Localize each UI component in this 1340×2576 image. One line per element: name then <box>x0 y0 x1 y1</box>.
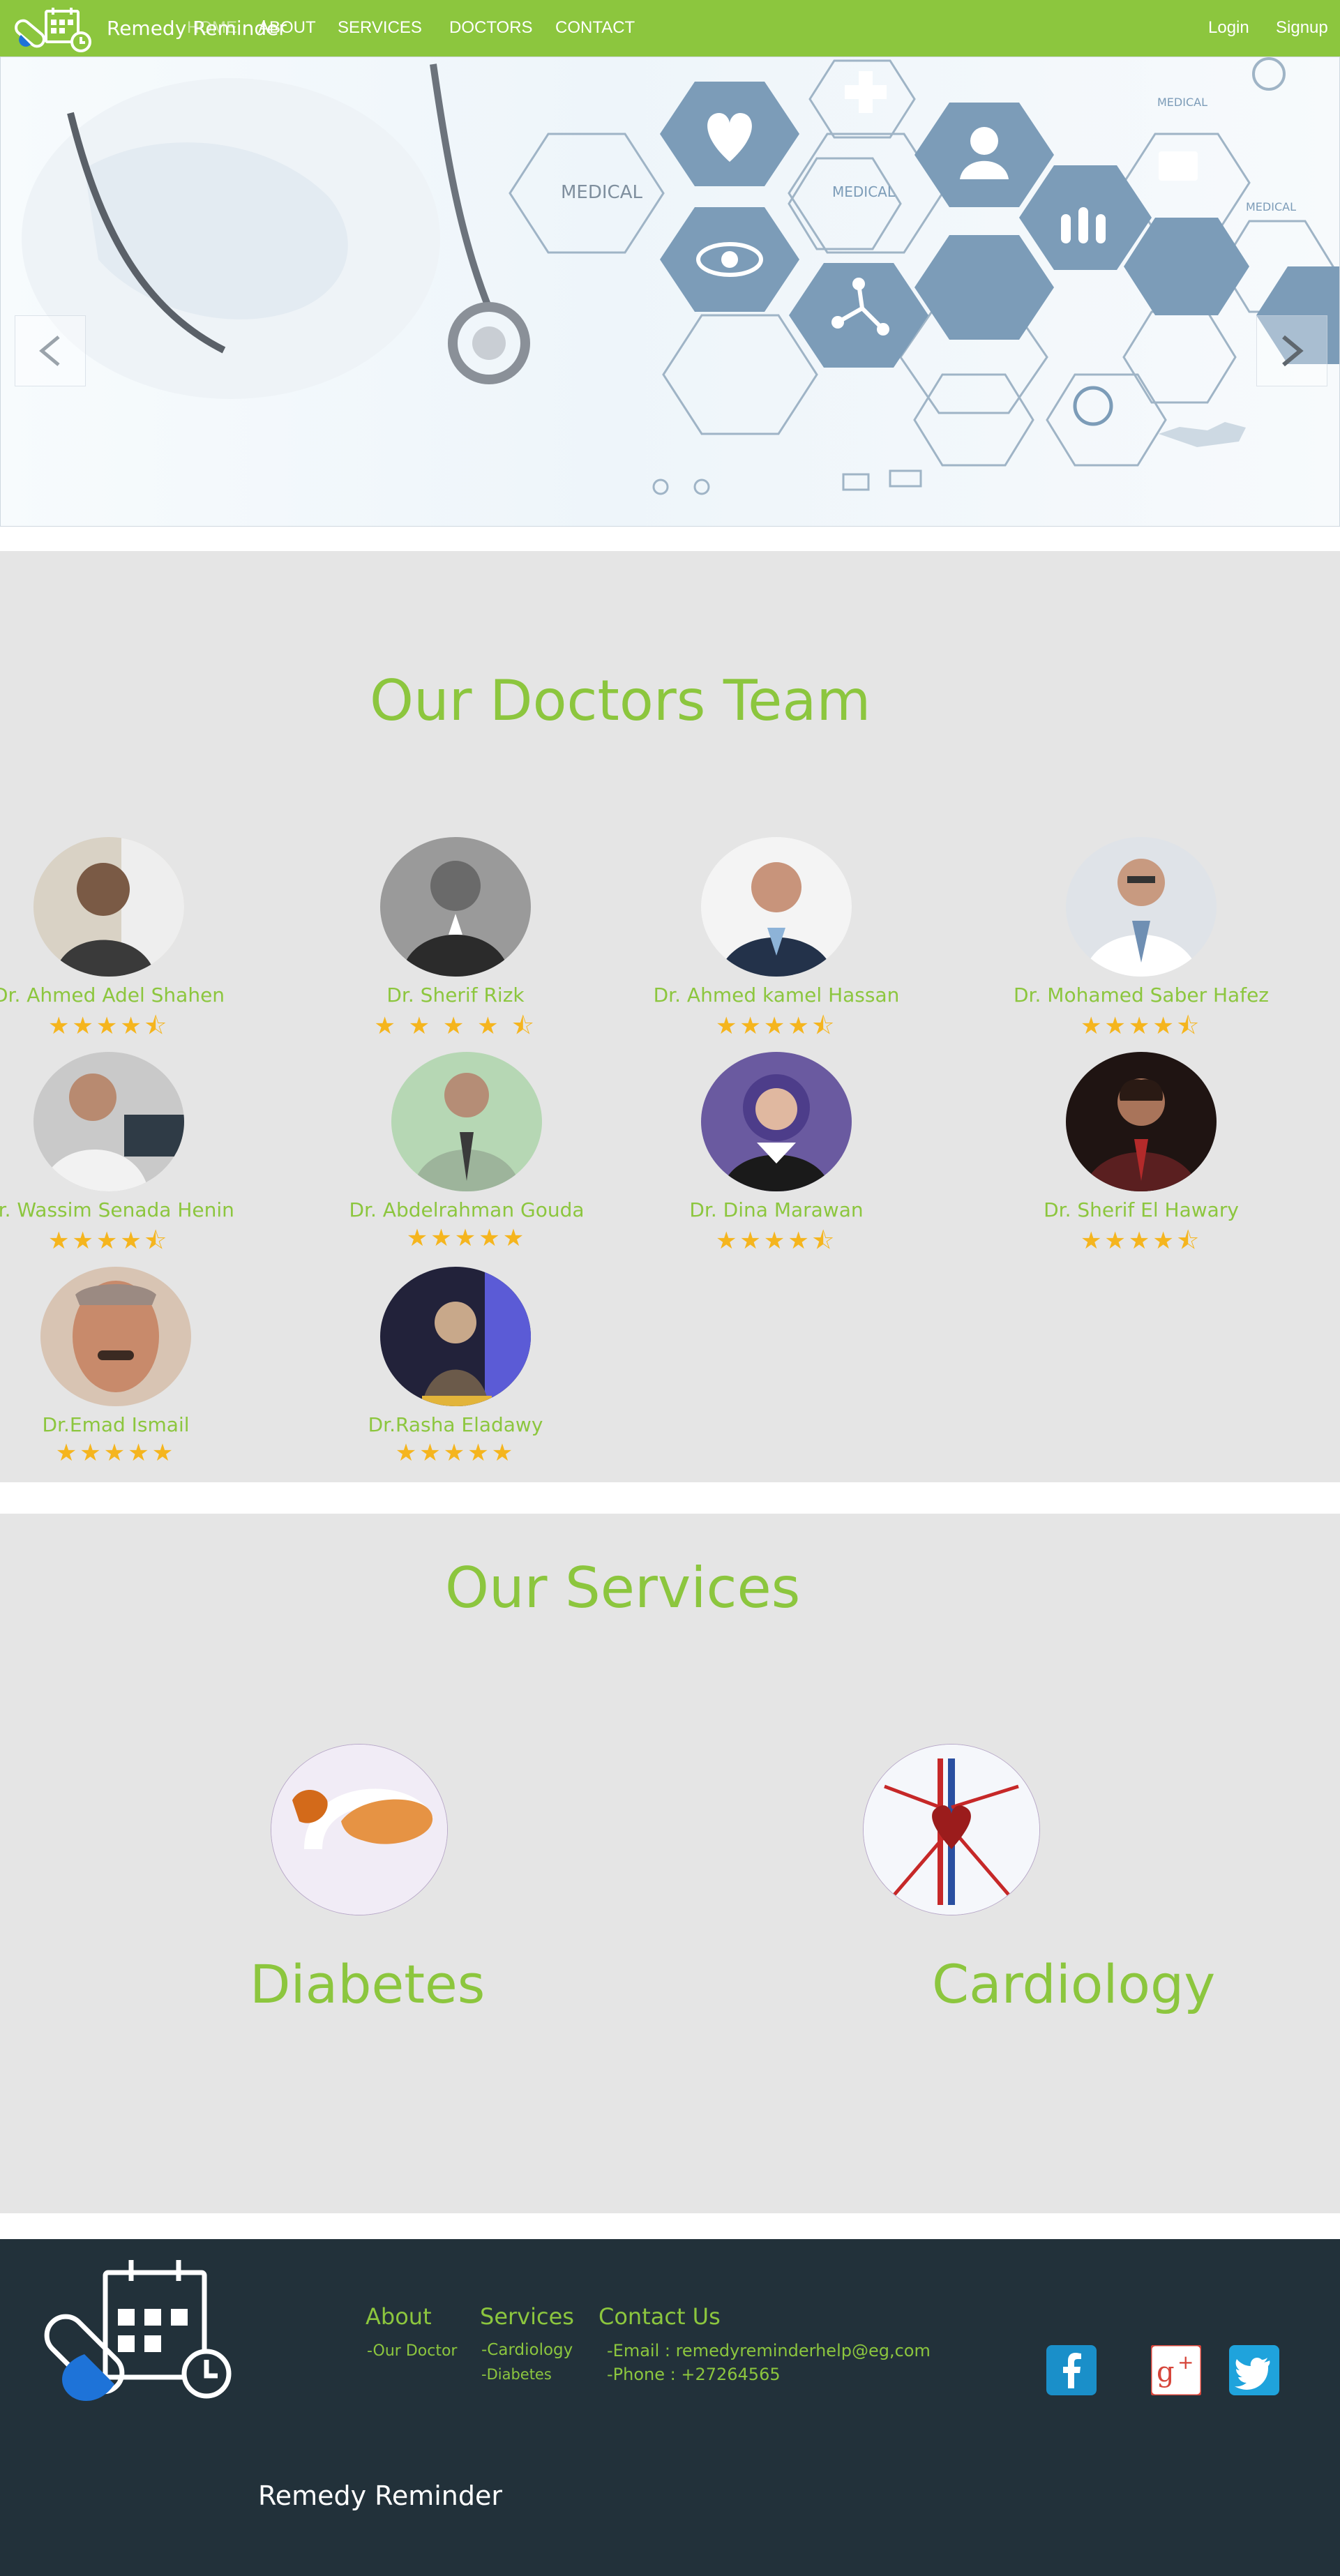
carousel-next-button[interactable] <box>1256 315 1327 386</box>
doctor-card[interactable]: Dr. Ahmed Adel Shahen ★★★★⯪ <box>0 837 255 1049</box>
footer-our-doctor-link[interactable]: -Our Doctor <box>367 2342 457 2360</box>
rating-stars: ★★★★⯪ <box>715 1012 838 1040</box>
nav-about[interactable]: ABOUT <box>258 18 316 38</box>
pancreas-image <box>271 1744 448 1915</box>
nav-home[interactable]: HOME <box>187 18 237 38</box>
doctor-avatar <box>391 1052 542 1191</box>
doctor-card[interactable]: Dr. Abdelrahman Gouda ★★★★★ <box>320 1052 613 1252</box>
carousel-prev-button[interactable] <box>15 315 86 386</box>
top-navbar: Remedy Reminder HOME ABOUT SERVICES DOCT… <box>0 0 1340 57</box>
doctor-card[interactable]: Dr.Emad Ismail ★★★★★ <box>0 1267 262 1467</box>
chevron-left-icon <box>39 336 60 366</box>
signup-link[interactable]: Signup <box>1276 18 1328 38</box>
services-section: Our Services <box>0 1514 1340 2213</box>
svg-text:+: + <box>1177 2351 1194 2374</box>
footer-email: -Email : remedyreminderhelp@eg,com <box>607 2341 931 2360</box>
doctor-name: Dr.Rasha Eladawy <box>368 1413 543 1436</box>
svg-text:MEDICAL: MEDICAL <box>1157 96 1207 109</box>
service-name-diabetes[interactable]: Diabetes <box>250 1953 485 2015</box>
rating-stars: ★★★★⯪ <box>47 1012 170 1040</box>
doctor-avatar <box>1066 837 1217 977</box>
svg-text:MEDICAL: MEDICAL <box>561 182 642 203</box>
remedy-reminder-logo-large <box>44 2260 232 2402</box>
rating-stars: ★★★★★ <box>55 1439 176 1467</box>
doctor-avatar <box>701 837 852 977</box>
doctor-card[interactable]: Dr. Sherif Rizk ★ ★ ★ ★ ⯪ <box>309 837 602 1049</box>
svg-text:MEDICAL: MEDICAL <box>1246 200 1296 213</box>
doctors-title: Our Doctors Team <box>370 668 871 733</box>
doctor-card[interactable]: Dr. Dina Marawan ★★★★⯪ <box>630 1052 923 1264</box>
rating-stars: ★ ★ ★ ★ ⯪ <box>374 1012 537 1040</box>
doctor-card[interactable]: Dr.Rasha Eladawy ★★★★★ <box>309 1267 602 1467</box>
nav-contact[interactable]: CONTACT <box>555 18 635 38</box>
twitter-icon[interactable] <box>1229 2345 1279 2395</box>
doctor-avatar <box>33 1052 184 1191</box>
doctor-name: Dr. Sherif El Hawary <box>1044 1198 1239 1221</box>
doctor-avatar <box>40 1267 191 1406</box>
footer-contact-heading: Contact Us <box>599 2303 721 2330</box>
footer-about-heading: About <box>366 2303 432 2330</box>
footer-brand: Remedy Reminder <box>258 2480 503 2511</box>
rating-stars: ★★★★⯪ <box>715 1227 838 1255</box>
rating-stars: ★★★★★ <box>395 1439 516 1467</box>
doctor-avatar <box>380 1267 531 1406</box>
service-card-cardiology[interactable] <box>863 1744 1040 1915</box>
svg-text:MEDICAL: MEDICAL <box>832 183 896 200</box>
footer-phone: -Phone : +27264565 <box>607 2365 781 2384</box>
login-link[interactable]: Login <box>1208 18 1249 38</box>
doctor-name: Dr. Ahmed Adel Shahen <box>0 984 225 1007</box>
chevron-right-icon <box>1282 335 1304 367</box>
service-name-cardiology[interactable]: Cardiology <box>932 1953 1215 2015</box>
svg-text:g: g <box>1157 2356 1175 2388</box>
doctor-name: Dr. Wassim Senada Henin <box>0 1198 234 1221</box>
doctor-card[interactable]: Dr. Sherif El Hawary ★★★★⯪ <box>995 1052 1288 1264</box>
doctor-name: Dr.Emad Ismail <box>42 1413 190 1436</box>
nav-services[interactable]: SERVICES <box>338 18 422 38</box>
doctor-card[interactable]: Dr. Ahmed kamel Hassan ★★★★⯪ <box>630 837 923 1049</box>
nav-doctors[interactable]: DOCTORS <box>449 18 533 38</box>
google-plus-icon[interactable]: g + <box>1150 2344 1203 2397</box>
hero-carousel: MEDICAL MEDICAL MEDICAL MEDICAL <box>0 57 1340 527</box>
footer: Remedy Reminder About -Our Doctor Servic… <box>0 2239 1340 2576</box>
rating-stars: ★★★★★ <box>406 1224 527 1252</box>
footer-diabetes-link[interactable]: -Diabetes <box>481 2366 552 2383</box>
footer-services-heading: Services <box>480 2303 574 2330</box>
doctor-avatar <box>1066 1052 1217 1191</box>
doctor-avatar <box>33 837 184 977</box>
doctor-name: Dr. Ahmed kamel Hassan <box>653 984 900 1007</box>
rating-stars: ★★★★⯪ <box>1080 1227 1203 1255</box>
doctor-avatar <box>701 1052 852 1191</box>
service-card-diabetes[interactable] <box>271 1744 448 1915</box>
doctor-card[interactable]: Dr. Wassim Senada Henin ★★★★⯪ <box>0 1052 255 1264</box>
doctor-name: Dr. Dina Marawan <box>689 1198 864 1221</box>
rating-stars: ★★★★⯪ <box>1080 1012 1203 1040</box>
doctor-card[interactable]: Dr. Mohamed Saber Hafez ★★★★⯪ <box>995 837 1288 1049</box>
facebook-icon[interactable] <box>1046 2345 1097 2395</box>
services-title: Our Services <box>445 1556 801 1620</box>
heart-image <box>863 1744 1040 1915</box>
footer-cardiology-link[interactable]: -Cardiology <box>481 2341 573 2359</box>
hero-medical-image: MEDICAL MEDICAL MEDICAL MEDICAL <box>22 57 1339 495</box>
doctor-name: Dr. Abdelrahman Gouda <box>349 1198 585 1221</box>
doctor-avatar <box>380 837 531 977</box>
rating-stars: ★★★★⯪ <box>47 1227 170 1255</box>
doctor-name: Dr. Mohamed Saber Hafez <box>1013 984 1269 1007</box>
remedy-reminder-logo[interactable] <box>11 6 98 54</box>
doctor-name: Dr. Sherif Rizk <box>386 984 525 1007</box>
